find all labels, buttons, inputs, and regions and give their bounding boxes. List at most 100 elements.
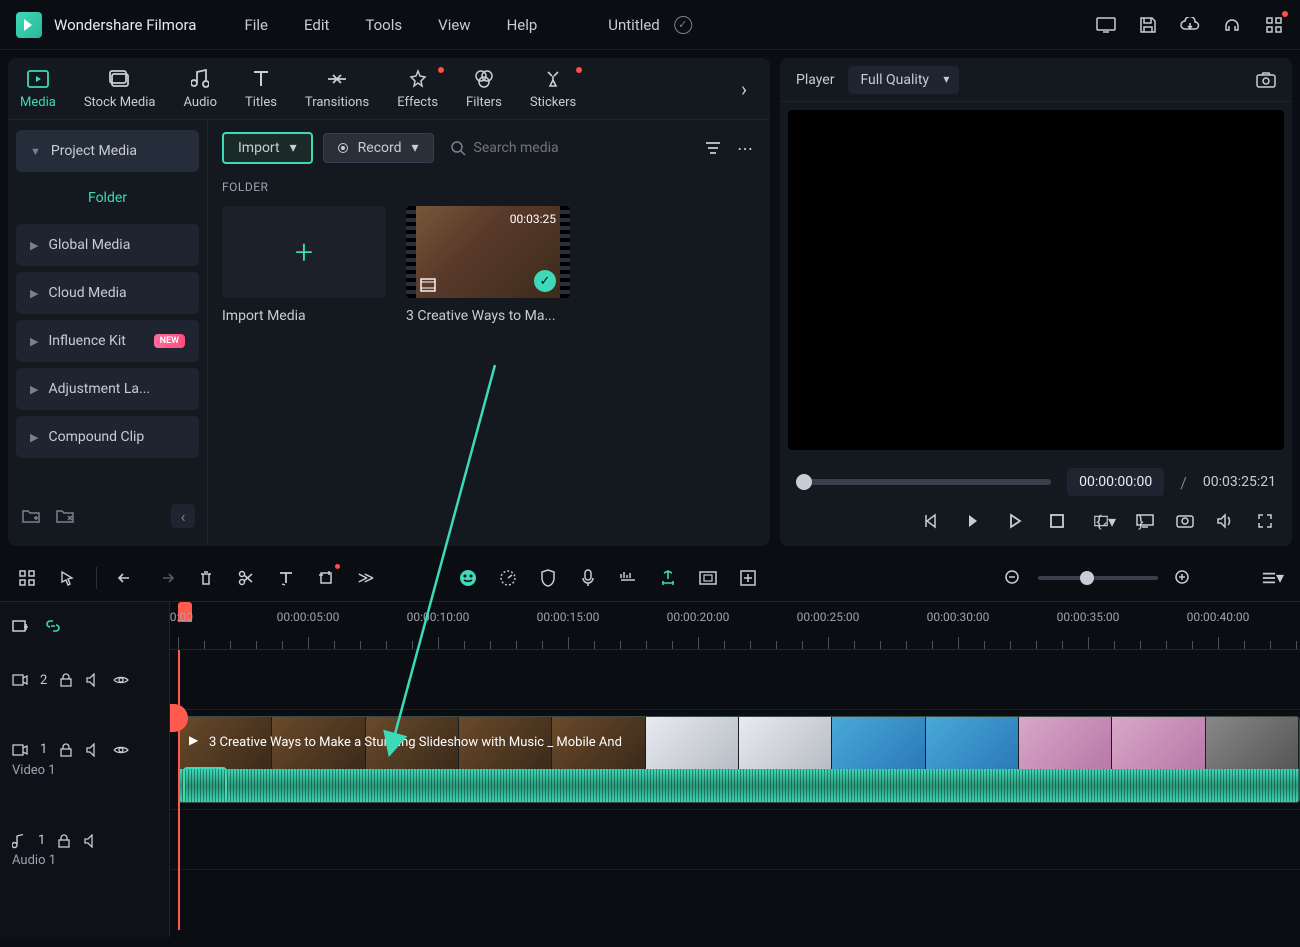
undo-icon[interactable] <box>115 567 137 589</box>
cloud-icon[interactable] <box>1180 15 1200 35</box>
render-quality-icon[interactable]: ▾ <box>1094 510 1116 532</box>
display-icon[interactable] <box>1134 510 1156 532</box>
mic-icon[interactable] <box>577 567 599 589</box>
import-button[interactable]: Import ▾ <box>222 132 313 164</box>
tab-titles[interactable]: Titles <box>245 67 277 110</box>
zoom-slider[interactable] <box>1038 576 1158 580</box>
remove-folder-icon[interactable] <box>54 505 76 527</box>
player-video[interactable] <box>788 110 1284 450</box>
ai-face-icon[interactable] <box>457 567 479 589</box>
speed-icon[interactable] <box>497 567 519 589</box>
mute-icon[interactable] <box>85 743 101 757</box>
step-forward-icon[interactable] <box>962 510 984 532</box>
timeline-area: 2 1 Video 1 1 Audio 1 <box>0 602 1300 937</box>
crop-icon[interactable] <box>315 567 337 589</box>
filter-icon[interactable] <box>702 137 724 159</box>
tab-stock-media-label: Stock Media <box>84 95 156 110</box>
zoom-in-icon[interactable] <box>1172 567 1194 589</box>
snapshot-icon[interactable] <box>1256 72 1276 88</box>
menu-help[interactable]: Help <box>507 16 538 34</box>
markers-icon[interactable] <box>657 567 679 589</box>
clip-selection-box[interactable] <box>183 767 227 803</box>
visibility-icon[interactable] <box>113 744 129 756</box>
redo-icon[interactable] <box>155 567 177 589</box>
more-options-icon[interactable]: ⋯ <box>734 137 756 159</box>
mute-icon[interactable] <box>83 834 99 848</box>
link-icon[interactable] <box>44 617 62 635</box>
new-folder-icon[interactable] <box>20 505 42 527</box>
zoom-thumb[interactable] <box>1080 571 1094 585</box>
delete-icon[interactable] <box>195 567 217 589</box>
tab-effects[interactable]: Effects <box>397 67 438 110</box>
menubar-right <box>1096 15 1284 35</box>
zoom-out-icon[interactable] <box>1002 567 1024 589</box>
timeline-ruler[interactable]: 00:0000:00:05:0000:00:10:0000:00:15:0000… <box>170 602 1300 650</box>
collapse-sidebar-icon[interactable]: ‹ <box>171 504 195 528</box>
tab-stock-media[interactable]: Stock Media <box>84 67 156 110</box>
tab-transitions[interactable]: Transitions <box>305 67 369 110</box>
menu-file[interactable]: File <box>244 16 268 34</box>
scrub-thumb[interactable] <box>796 474 812 490</box>
media-grid: + Import Media 00:03:25 ✓ 3 Creative Way… <box>222 206 756 324</box>
add-track-icon[interactable] <box>12 618 30 634</box>
prev-frame-icon[interactable] <box>920 510 942 532</box>
text-tool-icon[interactable] <box>275 567 297 589</box>
track-a1-row: 1 Audio 1 <box>0 810 169 890</box>
mute-icon[interactable] <box>85 673 101 687</box>
sidebar-adjustment-layer[interactable]: ▶ Adjustment La... <box>16 368 199 410</box>
stop-icon[interactable] <box>1046 510 1068 532</box>
save-icon[interactable] <box>1138 15 1158 35</box>
track-lane-v1[interactable]: ▶ 3 Creative Ways to Make a Stunning Sli… <box>170 710 1300 810</box>
more-tools-icon[interactable]: ≫ <box>355 567 377 589</box>
add-clip-icon[interactable] <box>737 567 759 589</box>
sidebar-compound-clip[interactable]: ▶ Compound Clip <box>16 416 199 458</box>
scrub-track[interactable] <box>796 479 1051 485</box>
media-clip-card[interactable]: 00:03:25 ✓ 3 Creative Ways to Ma... <box>406 206 570 324</box>
grid-tool-icon[interactable] <box>16 567 38 589</box>
tab-stickers[interactable]: Stickers <box>530 67 576 110</box>
menu-tools[interactable]: Tools <box>365 16 402 34</box>
monitor-icon[interactable] <box>1096 15 1116 35</box>
track-a1-name: Audio 1 <box>12 853 56 868</box>
tabs-content: ▼ Project Media Folder ▶ Global Media ▶ … <box>8 120 770 546</box>
menu-edit[interactable]: Edit <box>304 16 329 34</box>
play-icon[interactable] <box>1004 510 1026 532</box>
sidebar-cloud-media[interactable]: ▶ Cloud Media <box>16 272 199 314</box>
search-input[interactable] <box>474 140 686 156</box>
lock-icon[interactable] <box>57 834 71 848</box>
sidebar-project-media[interactable]: ▼ Project Media <box>16 130 199 172</box>
view-mode-icon[interactable]: ▾ <box>1262 567 1284 589</box>
app-title: Wondershare Filmora <box>54 16 196 34</box>
track-lane-v2[interactable] <box>170 650 1300 710</box>
selection-tool-icon[interactable] <box>56 567 78 589</box>
timeline-clip[interactable]: ▶ 3 Creative Ways to Make a Stunning Sli… <box>178 716 1300 803</box>
camera-icon[interactable] <box>1174 510 1196 532</box>
player-panel: Player Full Quality 00:00:00:00 / 00:03:… <box>780 58 1292 546</box>
menu-view[interactable]: View <box>438 16 470 34</box>
visibility-icon[interactable] <box>113 674 129 686</box>
audio-waveform-icon[interactable] <box>617 567 639 589</box>
media-toolbar: Import ▾ Record ▾ ⋯ <box>222 132 756 164</box>
tab-filters[interactable]: Filters <box>466 67 502 110</box>
tabs-next-icon[interactable]: › <box>730 75 758 103</box>
sidebar-folder[interactable]: Folder <box>16 178 199 218</box>
volume-icon[interactable] <box>1214 510 1236 532</box>
lock-icon[interactable] <box>59 743 73 757</box>
media-clip-duration: 00:03:25 <box>510 212 556 226</box>
lock-icon[interactable] <box>59 673 73 687</box>
fullscreen-icon[interactable] <box>1254 510 1276 532</box>
apps-grid-icon[interactable] <box>1264 15 1284 35</box>
sidebar-global-media[interactable]: ▶ Global Media <box>16 224 199 266</box>
headset-icon[interactable] <box>1222 15 1242 35</box>
shield-icon[interactable] <box>537 567 559 589</box>
tab-media[interactable]: Media <box>20 67 56 110</box>
tab-audio[interactable]: Audio <box>184 67 217 110</box>
record-button[interactable]: Record ▾ <box>323 133 434 163</box>
crop-fit-icon[interactable] <box>697 567 719 589</box>
split-icon[interactable] <box>235 567 257 589</box>
import-media-card[interactable]: + Import Media <box>222 206 386 324</box>
tracks-area[interactable]: 00:0000:00:05:0000:00:10:0000:00:15:0000… <box>170 602 1300 937</box>
sidebar-influence-kit[interactable]: ▶ Influence Kit NEW <box>16 320 199 362</box>
quality-select[interactable]: Full Quality <box>848 66 959 94</box>
track-lane-a1[interactable] <box>170 810 1300 870</box>
